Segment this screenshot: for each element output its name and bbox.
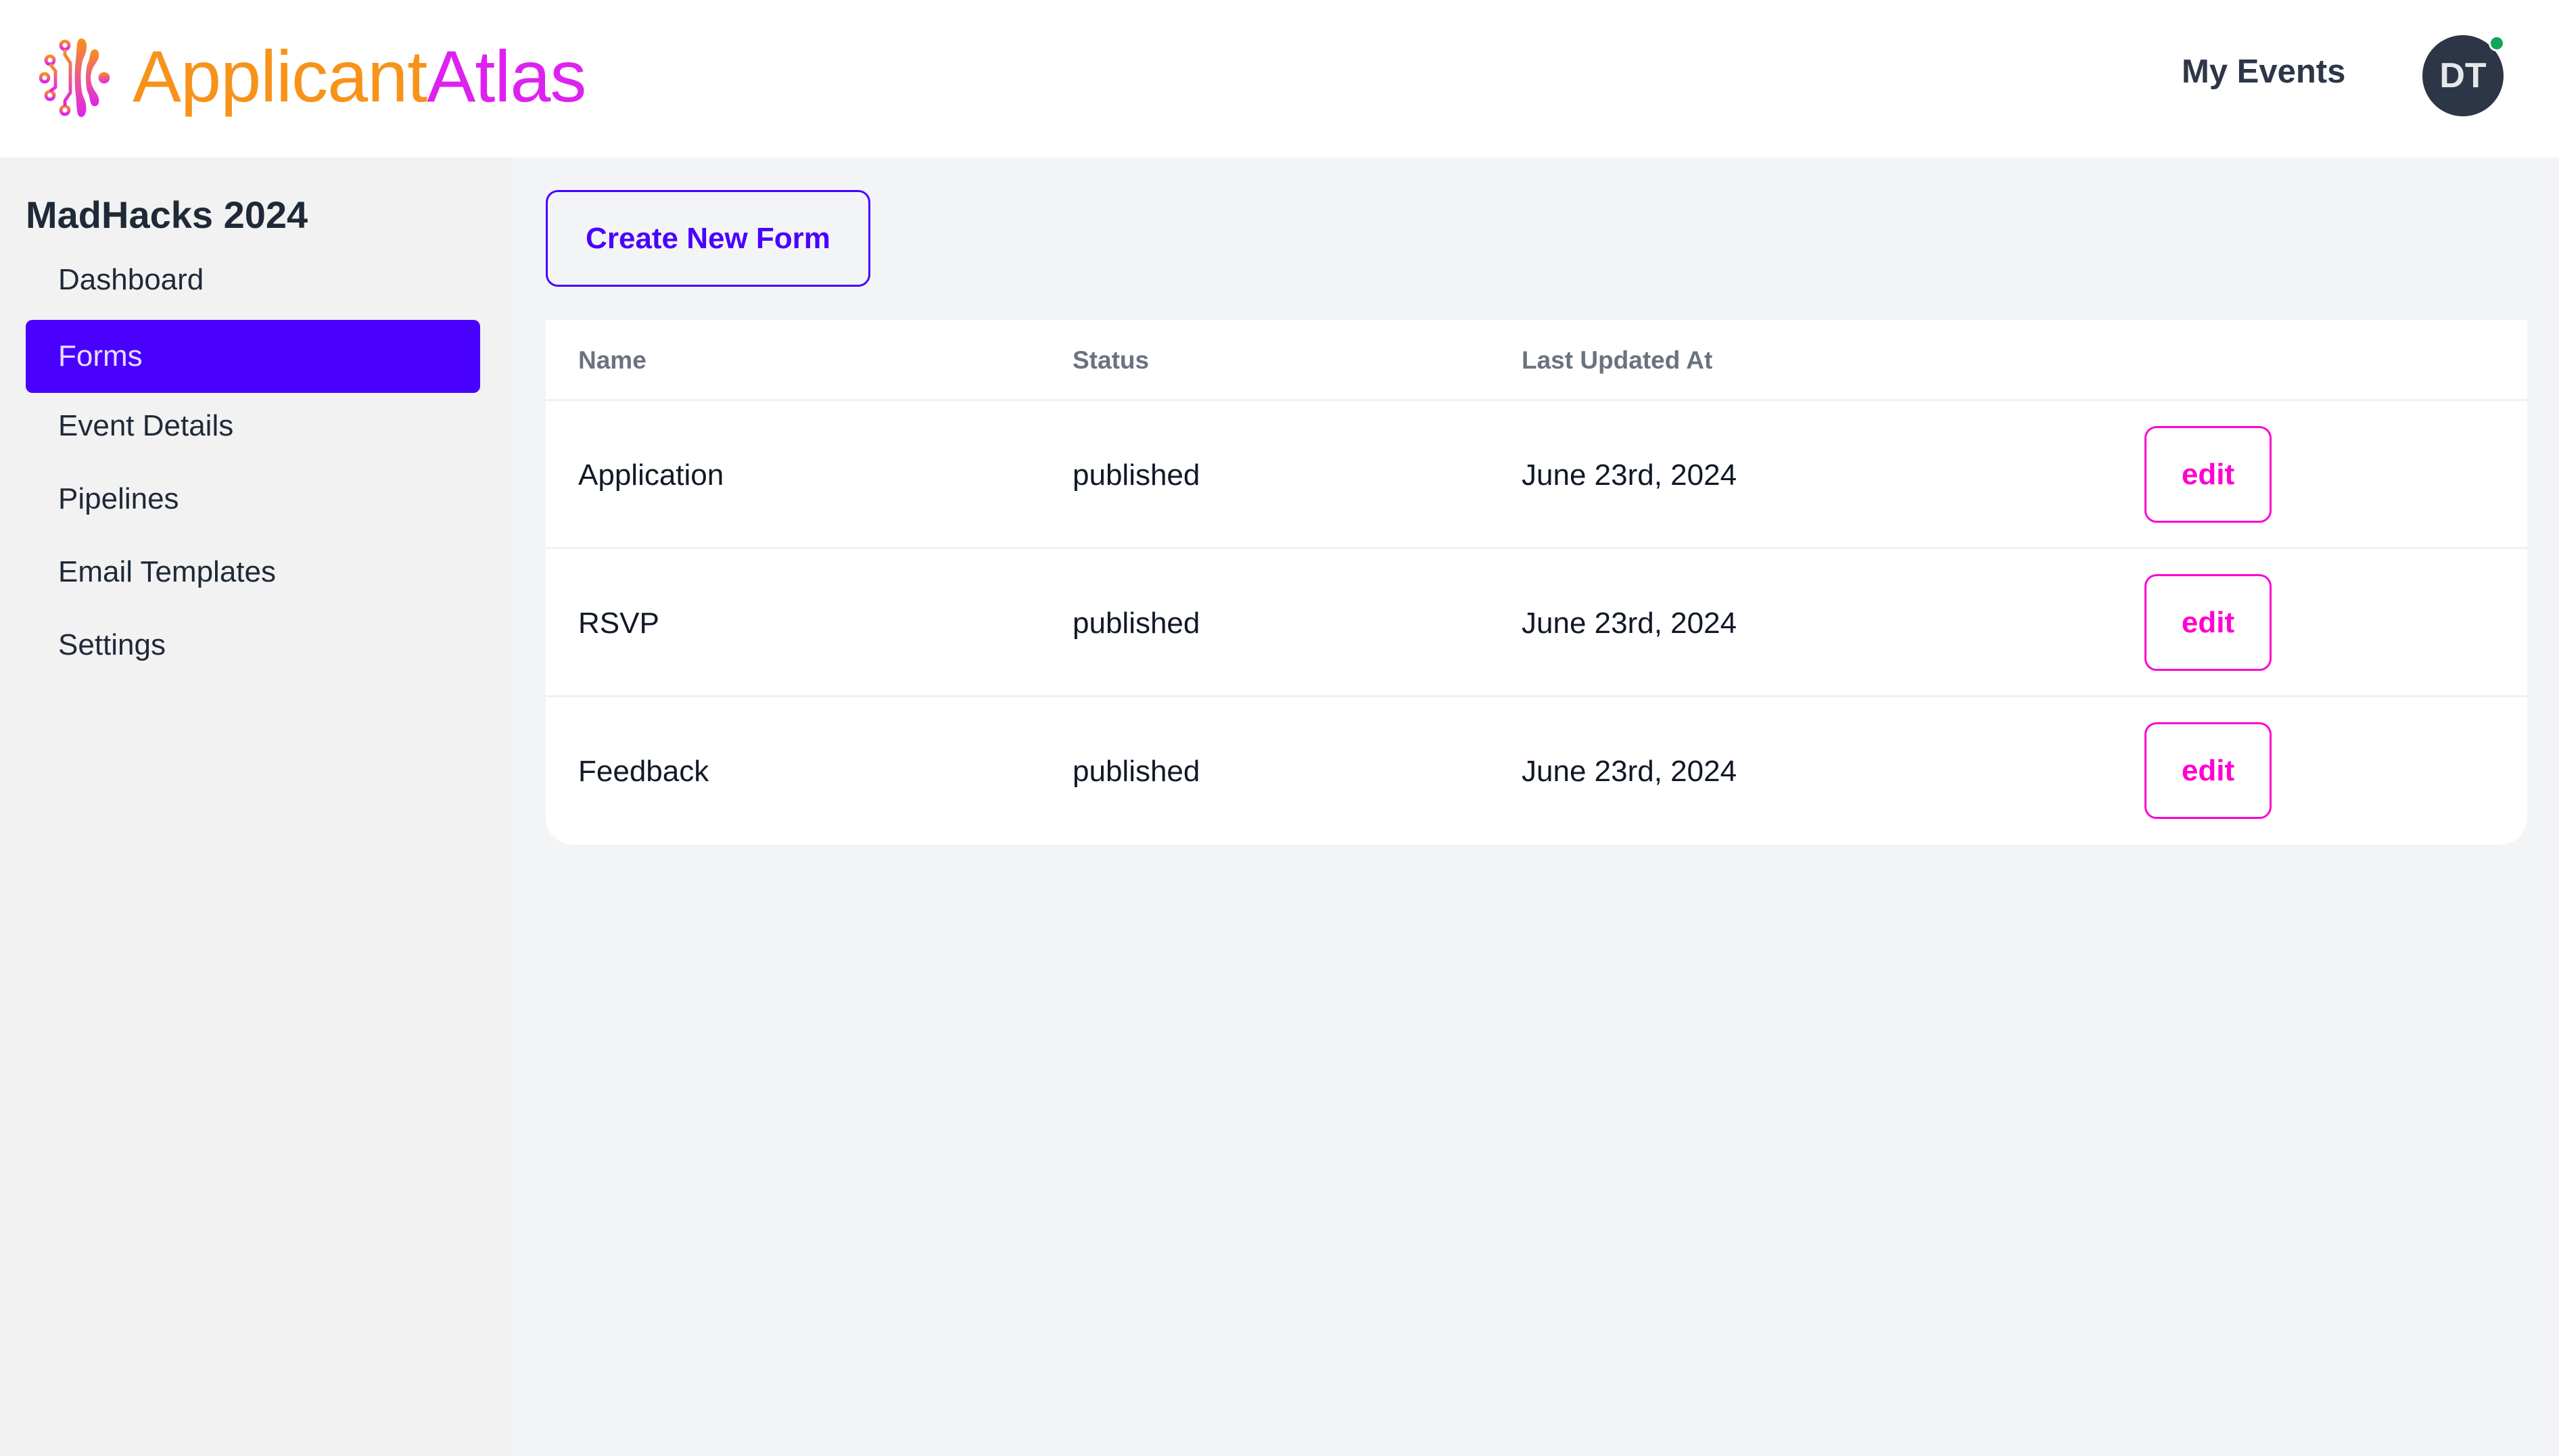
edit-button[interactable]: edit (2144, 426, 2272, 523)
event-title: MadHacks 2024 (26, 193, 308, 236)
online-status-dot (2489, 35, 2505, 51)
table-row: Application published June 23rd, 2024 ed… (546, 401, 2527, 549)
forms-table: Name Status Last Updated At Application … (546, 320, 2527, 845)
sidebar-item-dashboard[interactable]: Dashboard (26, 243, 480, 316)
edit-button[interactable]: edit (2144, 574, 2272, 671)
sidebar-item-event-details[interactable]: Event Details (26, 390, 480, 463)
circuit-brain-icon (39, 39, 110, 117)
logo[interactable]: ApplicantAtlas (39, 32, 586, 120)
column-header-name[interactable]: Name (578, 320, 647, 401)
edit-button[interactable]: edit (2144, 722, 2272, 819)
table-row: Feedback published June 23rd, 2024 edit (546, 697, 2527, 845)
form-name: Feedback (578, 754, 709, 788)
form-name: Application (578, 458, 724, 492)
sidebar-item-email-templates[interactable]: Email Templates (26, 536, 480, 609)
sidebar-item-forms[interactable]: Forms (26, 320, 480, 393)
logo-text-atlas: Atlas (427, 35, 586, 117)
table-header: Name Status Last Updated At (546, 320, 2527, 401)
form-status: published (1073, 606, 1200, 640)
main-content: Create New Form Name Status Last Updated… (512, 158, 2559, 1456)
form-status: published (1073, 754, 1200, 788)
sidebar-item-settings[interactable]: Settings (26, 609, 480, 682)
create-new-form-button[interactable]: Create New Form (546, 190, 870, 287)
table-row: RSVP published June 23rd, 2024 edit (546, 549, 2527, 697)
form-updated-at: June 23rd, 2024 (1522, 458, 1737, 492)
sidebar: MadHacks 2024 Dashboard Forms Event Deta… (0, 158, 512, 1456)
logo-text: ApplicantAtlas (133, 40, 586, 113)
form-status: published (1073, 458, 1200, 492)
form-updated-at: June 23rd, 2024 (1522, 606, 1737, 640)
column-header-last-updated[interactable]: Last Updated At (1522, 320, 1712, 401)
sidebar-item-pipelines[interactable]: Pipelines (26, 463, 480, 536)
top-bar: ApplicantAtlas My Events DT (0, 0, 2559, 158)
column-header-status[interactable]: Status (1073, 320, 1149, 401)
form-name: RSVP (578, 606, 659, 640)
my-events-link[interactable]: My Events (2182, 53, 2345, 91)
logo-text-applicant: Applicant (133, 35, 427, 117)
form-updated-at: June 23rd, 2024 (1522, 754, 1737, 788)
